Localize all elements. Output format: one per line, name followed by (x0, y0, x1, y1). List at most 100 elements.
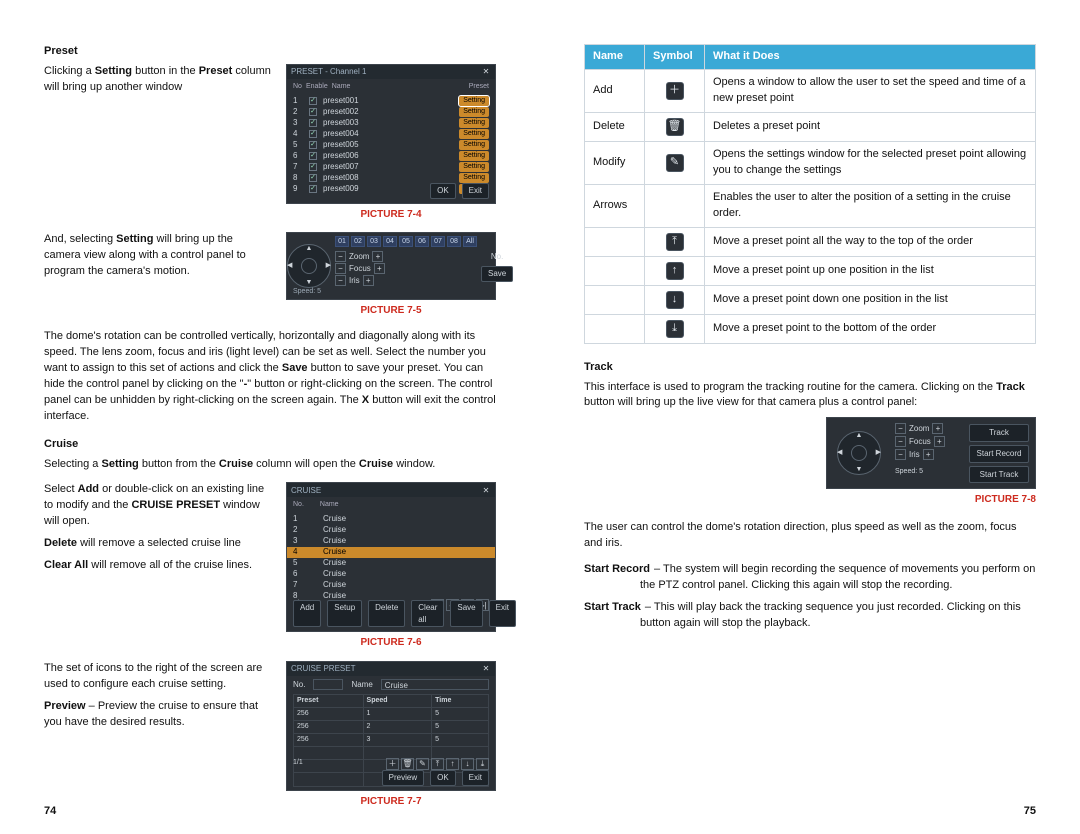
cruise-paragraph-5: The set of icons to the right of the scr… (44, 661, 272, 693)
minus-icon[interactable]: − (335, 263, 346, 274)
preset-paragraph-1: Clicking a Setting button in the Preset … (44, 64, 272, 96)
cruise-paragraph-1: Selecting a Setting button from the Crui… (44, 457, 496, 473)
table-row: 25625 (294, 720, 489, 733)
channel-button[interactable]: 08 (447, 236, 461, 247)
caption: PICTURE 7-6 (360, 636, 421, 651)
preset-dialog: PRESET - Channel 1✕ No Enable Name Prese… (286, 64, 496, 204)
definition-start-record: Start Record – The system will begin rec… (584, 562, 1036, 578)
save-button[interactable]: Save (450, 600, 482, 627)
ok-button[interactable]: OK (430, 770, 456, 786)
table-row: ArrowsEnables the user to alter the posi… (585, 184, 1036, 227)
setting-button[interactable]: Setting (459, 140, 489, 150)
table-row: 6✓preset006Setting (293, 150, 489, 161)
heading-cruise: Cruise (44, 437, 496, 453)
table-row: Modify✎Opens the settings window for the… (585, 141, 1036, 184)
delete-button[interactable]: Delete (368, 600, 405, 627)
arrow-top-icon[interactable]: ⤒ (431, 758, 444, 770)
close-icon[interactable]: ✕ (481, 485, 491, 495)
minus-icon[interactable]: − (335, 251, 346, 262)
minus-icon[interactable]: − (895, 436, 906, 447)
table-row[interactable]: 3Cruise (293, 536, 489, 547)
track-button[interactable]: Track (969, 424, 1029, 442)
setting-button[interactable]: Setting (459, 118, 489, 128)
table-row: 5✓preset005Setting (293, 139, 489, 150)
channel-button[interactable]: All (463, 236, 477, 247)
plus-icon[interactable]: + (372, 251, 383, 262)
table-row[interactable]: 6Cruise (293, 569, 489, 580)
ok-button[interactable]: OK (430, 183, 456, 199)
preset-paragraph-3: The dome's rotation can be controlled ve… (44, 329, 496, 425)
minus-icon[interactable]: − (335, 275, 346, 286)
dpad-icon[interactable]: ▲▼◀▶ (837, 431, 881, 475)
setting-button[interactable]: Setting (459, 173, 489, 183)
table-row[interactable]: 1Cruise (293, 514, 489, 525)
minus-icon[interactable]: − (895, 423, 906, 434)
start-track-button[interactable]: Start Track (969, 466, 1029, 484)
heading-preset: Preset (44, 44, 496, 60)
symbol-icon: ↓ (666, 291, 684, 309)
channel-button[interactable]: 06 (415, 236, 429, 247)
arrow-up-icon[interactable]: ↑ (446, 758, 459, 770)
cruise-paragraph-3: Delete will remove a selected cruise lin… (44, 536, 272, 552)
arrow-bottom-icon[interactable]: ⤓ (476, 758, 489, 770)
setting-button[interactable]: Setting (459, 162, 489, 172)
setting-button[interactable]: Setting (459, 129, 489, 139)
start-record-button[interactable]: Start Record (969, 445, 1029, 463)
plus-icon[interactable]: + (934, 436, 945, 447)
add-icon[interactable]: ＋ (386, 758, 399, 770)
plus-icon[interactable]: + (923, 449, 934, 460)
speed-label: Speed: 5 (293, 287, 321, 297)
plus-icon[interactable]: + (363, 275, 374, 286)
channel-button[interactable]: 05 (399, 236, 413, 247)
close-icon[interactable]: ✕ (481, 664, 491, 674)
table-row: 25635 (294, 733, 489, 746)
table-row: 8✓preset008Setting (293, 172, 489, 183)
table-row: 4✓preset004Setting (293, 128, 489, 139)
symbol-icon: ⤒ (666, 233, 684, 251)
cruise-dialog: CRUISE✕ No.Name 1Cruise2Cruise3Cruise4Cr… (286, 482, 496, 632)
heading-track: Track (584, 360, 1036, 376)
channel-button[interactable]: 02 (351, 236, 365, 247)
plus-icon[interactable]: + (374, 263, 385, 274)
table-row[interactable]: 7Cruise (293, 580, 489, 591)
channel-button[interactable]: 04 (383, 236, 397, 247)
page-number: 75 (1024, 804, 1036, 820)
close-icon[interactable]: ✕ (481, 67, 491, 77)
table-row: ↑Move a preset point up one position in … (585, 256, 1036, 285)
speed-label: Speed: 5 (895, 467, 959, 477)
page-number: 74 (44, 804, 56, 820)
add-button[interactable]: Add (293, 600, 321, 627)
table-row: 3✓preset003Setting (293, 117, 489, 128)
caption: PICTURE 7-7 (360, 795, 421, 810)
table-row: ⤒Move a preset point all the way to the … (585, 227, 1036, 256)
cruise-paragraph-2: Select Add or double-click on an existin… (44, 482, 272, 530)
dpad-icon[interactable]: ▲▼◀▶ (287, 244, 331, 288)
caption: PICTURE 7-5 (360, 304, 421, 319)
exit-button[interactable]: Exit (462, 183, 489, 199)
clear-all-button[interactable]: Clear all (411, 600, 444, 627)
caption: PICTURE 7-4 (360, 208, 421, 223)
delete-icon[interactable]: 🗑 (401, 758, 414, 770)
reference-table: Name Symbol What it Does Add＋Opens a win… (584, 44, 1036, 344)
channel-button[interactable]: 07 (431, 236, 445, 247)
modify-icon[interactable]: ✎ (416, 758, 429, 770)
table-row[interactable]: 2Cruise (293, 525, 489, 536)
preview-button[interactable]: Preview (382, 770, 424, 786)
save-button[interactable]: Save (481, 266, 513, 282)
cruise-paragraph-6: Preview – Preview the cruise to ensure t… (44, 699, 272, 731)
table-row[interactable]: 5Cruise (293, 558, 489, 569)
plus-icon[interactable]: + (932, 423, 943, 434)
setting-button[interactable]: Setting (459, 107, 489, 117)
channel-button[interactable]: 03 (367, 236, 381, 247)
table-row[interactable]: 4Cruise (287, 547, 495, 558)
arrow-down-icon[interactable]: ↓ (461, 758, 474, 770)
table-row: Add＋Opens a window to allow the user to … (585, 69, 1036, 112)
minus-icon[interactable]: − (895, 449, 906, 460)
page-75: 75 Name Symbol What it Does Add＋Opens a … (540, 0, 1080, 834)
setting-button[interactable]: Setting (459, 96, 489, 106)
channel-button[interactable]: 01 (335, 236, 349, 247)
setup-button[interactable]: Setup (327, 600, 362, 627)
exit-button[interactable]: Exit (462, 770, 489, 786)
setting-button[interactable]: Setting (459, 151, 489, 161)
exit-button[interactable]: Exit (489, 600, 516, 627)
